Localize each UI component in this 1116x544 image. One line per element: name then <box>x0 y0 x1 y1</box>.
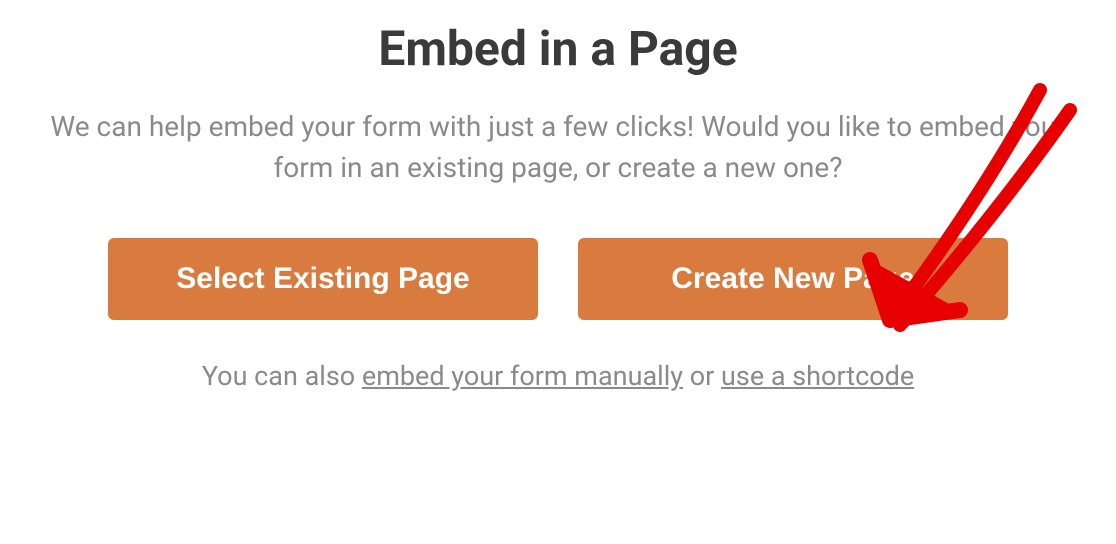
use-shortcode-link[interactable]: use a shortcode <box>721 360 914 392</box>
footer-middle: or <box>683 360 721 392</box>
embed-manually-link[interactable]: embed your form manually <box>362 360 683 392</box>
select-existing-page-button[interactable]: Select Existing Page <box>108 238 538 320</box>
page-description: We can help embed your form with just a … <box>28 107 1088 188</box>
footer-prefix: You can also <box>202 360 362 392</box>
button-row: Select Existing Page Create New Page <box>108 238 1008 320</box>
footer-text: You can also embed your form manually or… <box>202 360 914 392</box>
page-title: Embed in a Page <box>378 20 737 77</box>
create-new-page-button[interactable]: Create New Page <box>578 238 1008 320</box>
